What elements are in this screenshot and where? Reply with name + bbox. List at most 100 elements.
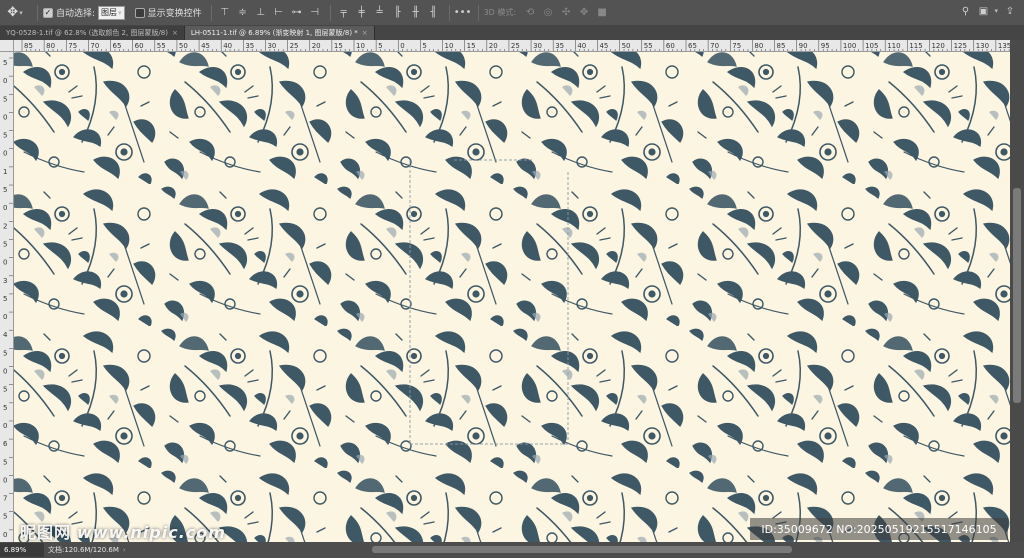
align-right-icon[interactable]: ⊣ bbox=[307, 5, 323, 21]
ruler-h-label: 85 bbox=[24, 42, 33, 50]
auto-select-control[interactable]: ✓ 自动选择: 图层 ▾ bbox=[43, 3, 125, 23]
align-vcenter-icon[interactable]: ≑ bbox=[235, 5, 251, 21]
horizontal-scroll-thumb[interactable] bbox=[372, 546, 792, 553]
ruler-v-label: 4 bbox=[3, 331, 8, 339]
ruler-h-label: 65 bbox=[113, 42, 122, 50]
align-bottom-icon[interactable]: ⊥ bbox=[253, 5, 269, 21]
ruler-h-label: 70 bbox=[90, 42, 99, 50]
auto-select-dropdown[interactable]: 图层 ▾ bbox=[98, 5, 125, 20]
align-top-icon[interactable]: ⊤ bbox=[217, 5, 233, 21]
distribute-left-icon[interactable]: ╟ bbox=[390, 5, 406, 21]
ruler-h-label: 80 bbox=[46, 42, 55, 50]
share-icon[interactable]: ⇪ bbox=[1002, 3, 1018, 19]
status-bar: 6.89% 文档:120.6M/120.6M › bbox=[0, 542, 1024, 558]
search-icon[interactable]: ⚲ bbox=[957, 3, 973, 19]
align-hcenter-icon[interactable]: ⊶ bbox=[289, 5, 305, 21]
divider bbox=[37, 4, 38, 21]
ruler-v-label: 5 bbox=[3, 59, 7, 67]
ruler-v-label: 5 bbox=[3, 132, 7, 140]
distribute-hcenter-icon[interactable]: ╫ bbox=[408, 5, 424, 21]
ruler-h-label: 20 bbox=[312, 42, 321, 50]
show-transform-control[interactable]: 显示变换控件 bbox=[134, 3, 202, 23]
watermark-id-text: ID:35009672 NO:20250519215517146105 bbox=[761, 522, 997, 536]
distribute-vcenter-icon[interactable]: ╪ bbox=[354, 5, 370, 21]
more-options-icon[interactable]: ••• bbox=[454, 5, 472, 21]
ruler-v-label: 0 bbox=[3, 113, 7, 121]
ruler-h-label: 25 bbox=[290, 42, 299, 50]
ruler-h-label: 90 bbox=[799, 42, 808, 50]
ruler-v-label: 5 bbox=[3, 95, 7, 103]
chevron-down-icon: ▾ bbox=[19, 8, 23, 17]
ruler-h-label: 50 bbox=[622, 42, 631, 50]
move-tool-icon[interactable]: ✥ ▾ bbox=[2, 3, 28, 23]
divider bbox=[477, 4, 479, 21]
ruler-v-label: 1 bbox=[3, 168, 7, 176]
watermark-cn: 昵图网 bbox=[20, 523, 72, 542]
auto-select-value: 图层 bbox=[101, 8, 118, 17]
ruler-v-label: 0 bbox=[3, 531, 7, 539]
ruler-v-label: 7 bbox=[3, 495, 7, 503]
distribute-top-icon[interactable]: ╤ bbox=[336, 5, 352, 21]
auto-select-checkbox[interactable]: ✓ bbox=[43, 7, 53, 18]
ruler-h-label: 15 bbox=[334, 42, 343, 50]
watermark-nipic: 昵图网 www.nipic.com bbox=[20, 519, 226, 543]
distribute-bottom-icon[interactable]: ╧ bbox=[372, 5, 388, 21]
ruler-h-label: 45 bbox=[599, 42, 608, 50]
roll-3d-icon[interactable]: ◎ bbox=[540, 5, 556, 21]
ruler-h-label: 70 bbox=[710, 42, 719, 50]
ruler-h-label: 55 bbox=[644, 42, 653, 50]
tab-label: LH-0511-1.tif @ 6.89% (渐变映射 1, 图层蒙版/8) * bbox=[190, 29, 358, 37]
document-tabs: YQ-0528-1.tif @ 62.8% (选取颜色 2, 图层蒙版/8) ×… bbox=[0, 26, 1024, 40]
ruler-h-label: 55 bbox=[157, 42, 166, 50]
tab-yq-0528[interactable]: YQ-0528-1.tif @ 62.8% (选取颜色 2, 图层蒙版/8) × bbox=[0, 26, 185, 40]
ruler-v-label: 5 bbox=[3, 186, 7, 194]
ruler-v-label: 0 bbox=[3, 204, 7, 212]
rotate-3d-icon[interactable]: ⟲ bbox=[522, 5, 538, 21]
ruler-h-label: 40 bbox=[223, 42, 232, 50]
show-transform-checkbox[interactable] bbox=[134, 7, 145, 18]
close-icon[interactable]: × bbox=[362, 29, 368, 37]
tab-lh-0511[interactable]: LH-0511-1.tif @ 6.89% (渐变映射 1, 图层蒙版/8) *… bbox=[184, 26, 375, 40]
right-tools: ⚲ ▣ ▾ ⇪ bbox=[957, 3, 1020, 19]
slide-3d-icon[interactable]: ✥ bbox=[576, 5, 592, 21]
distribute-right-icon[interactable]: ╢ bbox=[426, 5, 442, 21]
vertical-scroll-thumb[interactable] bbox=[1013, 188, 1021, 403]
vertical-ruler[interactable]: 5 0 5 0 5 0 1 5 0 2 5 0 3 5 0 4 5 0 5 5 0 6 5 0 7 5 0 bbox=[0, 52, 14, 542]
ruler-h-label: 75 bbox=[68, 42, 77, 50]
zoom-field[interactable]: 6.89% bbox=[0, 543, 44, 557]
workspace-icon[interactable]: ▣ bbox=[975, 3, 991, 19]
ruler-v-label: 0 bbox=[3, 259, 7, 267]
doc-size[interactable]: 文档:120.6M/120.6M bbox=[48, 545, 119, 555]
ruler-h-label: 115 bbox=[909, 42, 922, 50]
ruler-v-label: 0 bbox=[3, 368, 7, 376]
pan-3d-icon[interactable]: ✣ bbox=[558, 5, 574, 21]
auto-select-label: 自动选择: bbox=[56, 9, 96, 19]
horizontal-scrollbar[interactable] bbox=[120, 545, 1000, 555]
chevron-down-icon: ▾ bbox=[118, 8, 122, 17]
vertical-scrollbar[interactable] bbox=[1010, 40, 1024, 542]
divider bbox=[448, 4, 450, 21]
chevron-down-icon[interactable]: ▾ bbox=[994, 7, 998, 15]
ruler-h-label: 75 bbox=[732, 42, 741, 50]
ruler-h-label: 35 bbox=[555, 42, 564, 50]
show-transform-label: 显示变换控件 bbox=[147, 9, 202, 19]
ruler-h-label: 35 bbox=[245, 42, 254, 50]
floral-pattern bbox=[14, 52, 1010, 542]
mode-3d-label: 3D 模式: bbox=[483, 8, 517, 17]
ruler-corner[interactable] bbox=[0, 40, 14, 52]
ruler-h-label: 95 bbox=[821, 42, 830, 50]
horizontal-ruler[interactable]: 85 80 75 70 65 60 55 50 45 40 35 30 25 20 15 10 5 0 5 10 15 2… bbox=[14, 40, 1010, 52]
document-canvas[interactable] bbox=[14, 52, 1010, 542]
ruler-h-label: 50 bbox=[179, 42, 188, 50]
align-left-icon[interactable]: ⊢ bbox=[271, 5, 287, 21]
close-icon[interactable]: × bbox=[172, 29, 178, 37]
ruler-h-label: 120 bbox=[931, 42, 944, 50]
scale-3d-icon[interactable]: ■ bbox=[594, 5, 610, 21]
tab-label: YQ-0528-1.tif @ 62.8% (选取颜色 2, 图层蒙版/8) bbox=[6, 29, 168, 37]
ruler-h-label: 20 bbox=[489, 42, 498, 50]
ruler-v-label: 0 bbox=[3, 313, 7, 321]
ruler-h-label: 10 bbox=[356, 42, 365, 50]
ruler-h-label: 45 bbox=[201, 42, 210, 50]
ruler-h-label: 30 bbox=[533, 42, 542, 50]
watermark-url: www.nipic.com bbox=[77, 523, 226, 542]
